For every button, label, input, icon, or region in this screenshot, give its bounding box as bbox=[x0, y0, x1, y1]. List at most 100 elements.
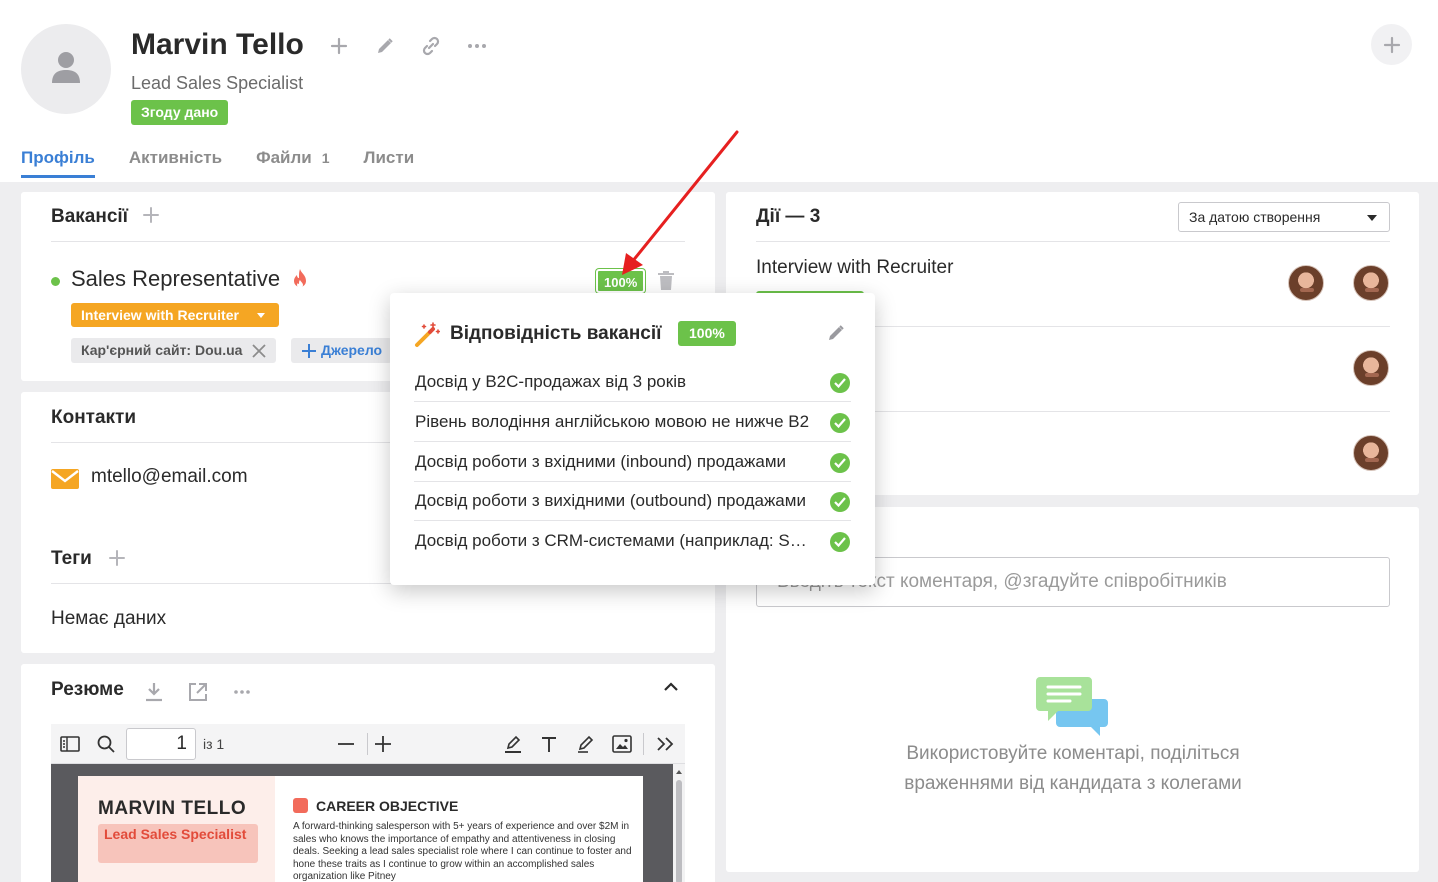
sidebar-toggle-icon[interactable] bbox=[58, 732, 82, 756]
close-icon[interactable] bbox=[252, 343, 267, 358]
header-actions bbox=[326, 33, 490, 59]
zoom-in-icon[interactable] bbox=[371, 732, 395, 756]
match-percent-badge[interactable]: 100% bbox=[596, 269, 646, 293]
tab-profile[interactable]: Профіль bbox=[21, 148, 95, 178]
criterion-item: Досвід роботи з CRM-системами (наприклад… bbox=[414, 522, 851, 561]
criterion-text: Досвід роботи з вихідними (outbound) про… bbox=[415, 491, 806, 510]
candidate-name: Marvin Tello bbox=[131, 28, 304, 61]
tab-files[interactable]: Файли 1 bbox=[256, 148, 329, 178]
stage-label: Interview with Recruiter bbox=[81, 307, 239, 323]
tab-label: Файли bbox=[256, 148, 312, 167]
email-link[interactable]: mtello@email.com bbox=[91, 466, 248, 488]
criterion-item: Досвід роботи з вихідними (outbound) про… bbox=[414, 482, 851, 521]
resume-section-title: CAREER OBJECTIVE bbox=[316, 798, 459, 814]
external-link-icon[interactable] bbox=[185, 679, 211, 705]
plus-icon[interactable] bbox=[326, 33, 352, 59]
criterion-item: Досвід роботи з вхідними (inbound) прода… bbox=[414, 443, 851, 482]
criterion-item: Досвід у B2C-продажах від 3 років bbox=[414, 363, 851, 402]
download-icon[interactable] bbox=[141, 679, 167, 705]
caret-down-icon bbox=[257, 313, 265, 318]
tab-count: 1 bbox=[321, 150, 330, 166]
source-label: Кар'єрний сайт: Dou.ua bbox=[81, 342, 243, 358]
avatar[interactable] bbox=[1288, 265, 1324, 301]
stage-dropdown[interactable]: Interview with Recruiter bbox=[71, 303, 279, 327]
plus-icon[interactable] bbox=[108, 549, 126, 572]
comments-empty-text: Використовуйте коментарі, поділіться вра… bbox=[904, 743, 1242, 794]
check-icon bbox=[830, 492, 850, 512]
sort-select[interactable]: За датою створення bbox=[1178, 202, 1390, 232]
page-total: із 1 bbox=[203, 736, 225, 752]
tab-label: Активність bbox=[128, 148, 223, 167]
check-icon bbox=[830, 413, 850, 433]
zoom-out-icon[interactable] bbox=[334, 732, 358, 756]
tags-empty: Немає даних bbox=[51, 608, 167, 629]
pdf-scrollbar[interactable] bbox=[673, 764, 685, 882]
plus-icon bbox=[302, 343, 316, 358]
vacancy-name[interactable]: Sales Representative bbox=[71, 266, 280, 292]
plus-icon[interactable] bbox=[142, 206, 160, 229]
pdf-page: MARVIN TELLO Lead Sales Specialist CAREE… bbox=[78, 776, 643, 882]
more-icon[interactable] bbox=[229, 679, 255, 705]
candidate-title: Lead Sales Specialist bbox=[131, 73, 304, 93]
candidate-header: Marvin Tello Lead Sales Specialist Згоду… bbox=[0, 0, 1438, 182]
resume-name: MARVIN TELLO bbox=[98, 798, 247, 819]
avatar[interactable] bbox=[1353, 350, 1389, 386]
email-icon bbox=[51, 469, 79, 494]
popover-title: Відповідність вакансії bbox=[450, 323, 662, 344]
actions-title: Дії — 3 bbox=[756, 206, 821, 227]
divider bbox=[51, 241, 685, 242]
link-icon[interactable] bbox=[418, 33, 444, 59]
tab-activity[interactable]: Активність bbox=[129, 148, 222, 178]
tab-label: Листи bbox=[363, 148, 415, 167]
resume-role: Lead Sales Specialist bbox=[98, 824, 258, 863]
toolbar-divider bbox=[643, 733, 644, 755]
add-button[interactable] bbox=[1371, 24, 1412, 65]
chat-bubbles-icon bbox=[1036, 677, 1110, 742]
avatar[interactable] bbox=[1353, 265, 1389, 301]
draw-icon[interactable] bbox=[574, 732, 598, 756]
plus-icon bbox=[1383, 36, 1400, 53]
text-icon[interactable] bbox=[537, 732, 561, 756]
section-icon bbox=[293, 798, 308, 813]
check-icon bbox=[830, 373, 850, 393]
tab-label: Профіль bbox=[21, 148, 95, 167]
consent-badge: Згоду дано bbox=[131, 100, 229, 125]
tags-title: Теги bbox=[51, 548, 92, 569]
highlight-icon[interactable] bbox=[501, 732, 525, 756]
add-source-button[interactable]: Джерело bbox=[291, 338, 393, 363]
source-chip: Кар'єрний сайт: Dou.ua bbox=[71, 338, 277, 363]
chevron-up-icon[interactable] bbox=[663, 680, 679, 698]
toolbar-divider bbox=[367, 733, 368, 755]
pdf-viewer[interactable]: MARVIN TELLO Lead Sales Specialist CAREE… bbox=[51, 764, 685, 882]
criterion-text: Досвід роботи з CRM-системами (наприклад… bbox=[415, 531, 815, 550]
criterion-text: Досвід у B2C-продажах від 3 років bbox=[415, 372, 687, 391]
avatar[interactable] bbox=[1353, 435, 1389, 471]
criterion-text: Досвід роботи з вхідними (inbound) прода… bbox=[415, 452, 787, 471]
double-chevron-icon[interactable] bbox=[653, 732, 677, 756]
profile-tabs: Профіль Активність Файли 1 Листи bbox=[21, 148, 448, 178]
search-icon[interactable] bbox=[94, 732, 118, 756]
add-source-label: Джерело bbox=[321, 342, 383, 358]
action-title[interactable]: Interview with Recruiter bbox=[756, 257, 953, 279]
more-icon[interactable] bbox=[464, 33, 490, 59]
page-number-input[interactable]: 1 bbox=[126, 728, 196, 760]
resume-title: Резюме bbox=[51, 679, 124, 700]
magic-wand-icon bbox=[414, 322, 441, 353]
tab-letters[interactable]: Листи bbox=[364, 148, 415, 178]
resume-sidebar: MARVIN TELLO Lead Sales Specialist bbox=[78, 776, 275, 882]
status-dot bbox=[51, 277, 60, 286]
trash-icon[interactable] bbox=[658, 271, 674, 295]
person-icon bbox=[52, 52, 80, 83]
contacts-title: Контакти bbox=[51, 407, 137, 428]
scroll-up-icon[interactable] bbox=[673, 766, 685, 778]
vacancies-title: Вакансії bbox=[51, 206, 129, 227]
resume-actions bbox=[141, 679, 255, 705]
avatar[interactable] bbox=[21, 24, 111, 114]
divider bbox=[756, 241, 1390, 242]
resume-section-text: A forward-thinking salesperson with 5+ y… bbox=[293, 821, 632, 882]
image-icon[interactable] bbox=[610, 732, 634, 756]
fire-icon bbox=[291, 268, 309, 295]
pencil-icon[interactable] bbox=[826, 323, 846, 348]
pencil-icon[interactable] bbox=[372, 33, 398, 59]
pdf-scroll-thumb[interactable] bbox=[676, 780, 682, 882]
